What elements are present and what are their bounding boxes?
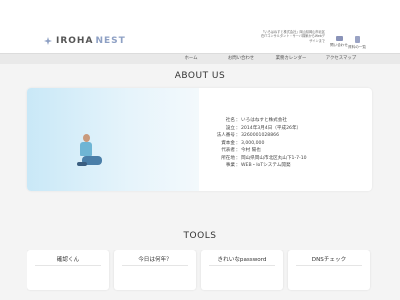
company-info-table: 社名： いろはねすと株式会社 設立： 2014年3月4日（平成26年） 法人番号… [203,117,307,170]
info-value: 2014年3月4日（平成26年） [241,125,302,131]
info-key: 所在地 [221,155,235,161]
tool-card-dns-check[interactable]: DNSチェック [288,250,370,290]
nav-item-contact[interactable]: お問い合わせ [213,54,269,64]
info-row: 設立： 2014年3月4日（平成26年） [203,125,307,133]
logo-text-iroha: IROHA [56,36,94,46]
tools-title: TOOLS [183,231,217,241]
nav-item-access-map[interactable]: アクセスマップ [313,54,369,64]
info-key: 法人番号 [216,133,235,138]
documents-button[interactable]: 資料の一覧 [344,36,370,50]
info-value: WEB・IoTシステム開発 [241,163,291,168]
info-value: 3,000,000 [241,140,265,146]
info-value: 3260001028866 [241,133,279,138]
tool-card-title: 確認くん [56,257,80,263]
nav-item-calendar[interactable]: 業務カレンダー [263,54,319,64]
info-value: いろはねすと株式会社 [241,118,287,123]
info-key: 設立 [225,125,235,131]
documents-button-label: 資料の一覧 [348,45,366,49]
logo-text-nest: NEST [95,36,126,46]
info-key: 社名 [225,118,235,123]
tools-grid: 確認くん 今日は何年？ きれいなpassword DNSチェック [27,250,372,300]
header: IROHA NEST 「いろはねすと株式会社」岡山県岡山市北区在ITコンサルタン… [0,0,400,53]
nav-item-home[interactable]: ホーム [163,54,219,64]
info-row: 代表者： 今村 陽也 [203,147,307,155]
tool-card-title: きれいなpassword [217,257,267,263]
info-key: 事業 [225,163,235,168]
tool-card-title: 今日は何年？ [138,257,172,263]
info-row: 資本金： 3,000,000 [203,140,307,148]
about-title: ABOUT US [174,71,226,81]
tool-card-what-year[interactable]: 今日は何年？ [114,250,196,290]
info-row: 法人番号： 3260001028866 [203,132,307,140]
info-value: 今村 陽也 [241,148,261,153]
info-row: 事業： WEB・IoTシステム開発 [203,162,307,170]
logo[interactable]: IROHA NEST [44,36,126,46]
header-tagline: 「いろはねすと株式会社」岡山県岡山市北区在ITコンサルタント・サーバ構築からWe… [261,30,325,43]
main-nav: ホーム お問い合わせ 業務カレンダー アクセスマップ [0,53,400,64]
info-key: 資本金 [221,140,235,146]
tool-card-kakunin[interactable]: 確認くん [27,250,109,290]
tool-card-password[interactable]: きれいなpassword [201,250,283,290]
mail-icon [335,36,343,41]
info-row: 所在地： 岡山県岡山市北区丸山下1-7-10 [203,155,307,163]
about-photo [27,88,199,191]
tool-card-title: DNSチェック [311,257,347,263]
logo-star-icon [44,37,52,45]
info-row: 社名： いろはねすと株式会社 [203,117,307,125]
about-card [27,88,372,191]
info-value: 岡山県岡山市北区丸山下1-7-10 [241,155,307,161]
document-icon [354,36,360,43]
info-key: 代表者 [221,148,235,153]
